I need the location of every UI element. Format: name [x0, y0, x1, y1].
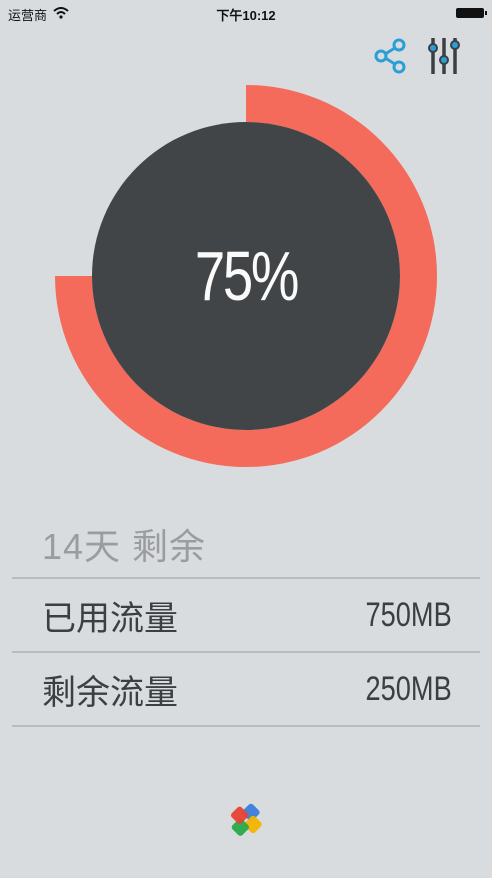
divider — [12, 577, 480, 579]
settings-button[interactable] — [426, 36, 462, 76]
days-remaining: 14天 剩余 — [42, 526, 207, 567]
stat-row-used: 已用流量 750MB — [42, 580, 452, 650]
divider — [12, 651, 480, 653]
stat-label-used: 已用流量 — [42, 599, 178, 638]
settings-sliders-icon — [428, 38, 460, 74]
app-logo-icon — [230, 803, 262, 836]
usage-gauge: 75% — [55, 85, 437, 467]
status-time: 下午10:12 — [216, 8, 276, 23]
toolbar — [372, 36, 462, 76]
status-bar: 运营商 下午10:12 — [0, 0, 492, 26]
divider — [12, 725, 480, 727]
stat-value-remaining: 250MB — [365, 669, 452, 708]
share-button[interactable] — [372, 36, 408, 76]
battery-icon — [456, 8, 487, 18]
share-icon — [374, 38, 406, 74]
usage-percent: 75% — [194, 237, 300, 315]
stat-value-used: 750MB — [365, 595, 452, 634]
app-logo[interactable] — [225, 802, 267, 844]
stat-row-remaining: 剩余流量 250MB — [42, 654, 452, 724]
stat-label-remaining: 剩余流量 — [42, 673, 178, 712]
